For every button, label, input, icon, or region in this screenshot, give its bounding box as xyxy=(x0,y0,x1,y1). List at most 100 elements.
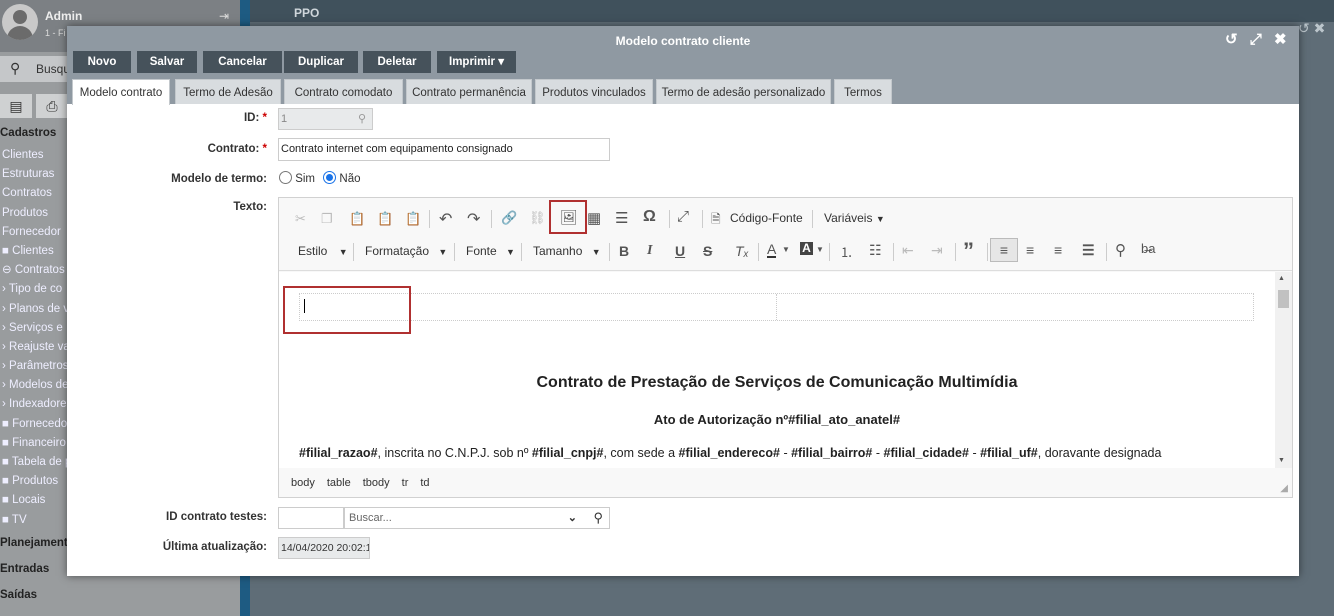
codigo-fonte-button[interactable]: Código-Fonte xyxy=(730,211,803,225)
bullet-list-icon[interactable]: ☷ xyxy=(869,242,882,259)
tab-termos[interactable]: Termos xyxy=(834,79,892,104)
separator xyxy=(669,210,670,228)
separator xyxy=(491,210,492,228)
sidebar-item[interactable]: Saídas xyxy=(0,582,240,608)
ultima-atualizacao-field: 14/04/2020 20:02:1 xyxy=(278,537,370,559)
tamanho-dropdown[interactable]: Tamanho ▼ xyxy=(533,244,601,258)
text-color-icon[interactable]: A xyxy=(767,242,777,258)
underline-icon[interactable]: U xyxy=(675,243,685,259)
bold-icon[interactable]: B xyxy=(619,243,629,259)
history-icon[interactable]: ↺ xyxy=(1225,31,1238,48)
paste-icon[interactable]: 📋 xyxy=(349,211,365,227)
sidebar-search-placeholder: Busqu xyxy=(36,62,71,76)
search-icon[interactable]: ⚲ xyxy=(358,109,366,129)
tab-termo-adesao-personalizado[interactable]: Termo de adesão personalizado xyxy=(656,79,831,104)
align-right-icon[interactable]: ≡ xyxy=(1054,242,1062,258)
salvar-button[interactable]: Salvar xyxy=(137,51,197,73)
strike-icon[interactable]: S xyxy=(703,243,712,259)
contrato-label-text: Contrato: xyxy=(207,143,260,155)
background-color-icon[interactable]: A xyxy=(800,242,813,255)
horizontal-line-icon[interactable]: ☰ xyxy=(615,209,628,227)
blockquote-icon[interactable]: ” xyxy=(963,238,974,264)
scrollbar-thumb[interactable] xyxy=(1278,290,1289,308)
path-td[interactable]: td xyxy=(420,477,429,489)
cut-icon[interactable]: ✂ xyxy=(295,211,306,227)
path-table[interactable]: table xyxy=(327,477,351,489)
editor-scrollbar[interactable]: ▲ ▼ xyxy=(1275,272,1292,468)
fonte-dropdown[interactable]: Fonte ▼ xyxy=(466,244,515,258)
tab-contrato-comodato[interactable]: Contrato comodato xyxy=(284,79,403,104)
background-header: PPO xyxy=(250,0,1334,22)
deletar-button[interactable]: Deletar xyxy=(363,51,431,73)
modal-header: Modelo contrato cliente ↺ ⤢ ✖ Novo Salva… xyxy=(67,26,1299,105)
replace-icon[interactable]: b̶a xyxy=(1141,241,1155,256)
tab-modelo-contrato[interactable]: Modelo contrato xyxy=(72,79,170,105)
cancelar-button[interactable]: Cancelar xyxy=(203,51,282,73)
editor-status-path: body table tbody tr td ◢ xyxy=(279,477,1292,497)
print-icon[interactable]: ⎙ xyxy=(36,94,68,118)
align-left-icon[interactable]: ≡ xyxy=(990,238,1018,262)
editor-content[interactable]: Contrato de Prestação de Serviços de Com… xyxy=(279,272,1275,468)
close-icon[interactable]: ✖ xyxy=(1274,31,1287,48)
remove-format-icon[interactable]: Tₓ xyxy=(735,243,749,259)
outdent-icon[interactable]: ⇤ xyxy=(902,242,914,259)
maximize-icon[interactable]: ⤢ xyxy=(677,208,689,225)
radio-nao[interactable] xyxy=(323,171,337,184)
var-filial-uf: #filial_uf# xyxy=(980,446,1038,460)
history-icon[interactable]: ↺ xyxy=(1298,20,1310,36)
unlink-icon[interactable]: ⛓ xyxy=(529,210,546,226)
separator xyxy=(702,210,703,228)
list-icon[interactable]: ▤ xyxy=(0,94,32,118)
imprimir-button[interactable]: Imprimir ▾ xyxy=(437,51,516,73)
formatacao-dropdown[interactable]: Formatação ▼ xyxy=(365,244,447,258)
italic-icon[interactable]: I xyxy=(647,243,652,259)
id-contrato-testes-input[interactable] xyxy=(278,507,344,529)
variaveis-dropdown[interactable]: Variáveis ▼ xyxy=(824,211,885,225)
body-text: - xyxy=(779,446,792,460)
table-icon[interactable]: ▦ xyxy=(587,209,601,227)
tab-contrato-permanencia[interactable]: Contrato permanência xyxy=(406,79,532,104)
path-tr[interactable]: tr xyxy=(402,477,409,489)
redo-icon[interactable]: ↷ xyxy=(467,209,480,229)
expand-icon[interactable]: ⤢ xyxy=(1250,31,1262,48)
paste-word-icon[interactable]: 📋 xyxy=(405,211,421,227)
contrato-input[interactable]: Contrato internet com equipamento consig… xyxy=(278,138,610,161)
chevron-down-icon: ▼ xyxy=(875,214,885,224)
user-name: Admin xyxy=(45,9,83,23)
var-filial-razao: #filial_razao# xyxy=(299,446,378,460)
buscar-select[interactable]: Buscar... ⌄ ⚲ xyxy=(344,507,610,529)
tab-termo-adesao[interactable]: Termo de Adesão xyxy=(175,79,281,104)
tab-produtos-vinculados[interactable]: Produtos vinculados xyxy=(535,79,653,104)
table-cell-divider xyxy=(776,294,777,320)
duplicar-button[interactable]: Duplicar xyxy=(284,51,358,73)
numbered-list-icon[interactable]: ⒈ xyxy=(840,242,853,261)
chevron-down-icon[interactable]: ⌄ xyxy=(568,508,577,528)
link-icon[interactable]: 🔗 xyxy=(501,210,517,226)
align-justify-icon[interactable]: ☰ xyxy=(1082,242,1095,259)
rich-text-editor: ✂ ❐ 📋 📋 📋 ↶ ↷ 🔗 ⛓ 🖼 ▦ ☰ Ω ⤢ 🗎 Código-Fon… xyxy=(278,197,1293,498)
radio-sim[interactable] xyxy=(279,171,292,184)
scroll-down-icon[interactable]: ▼ xyxy=(1278,457,1285,464)
scroll-up-icon[interactable]: ▲ xyxy=(1278,275,1285,282)
novo-button[interactable]: Novo xyxy=(73,51,131,73)
special-char-icon[interactable]: Ω xyxy=(643,208,656,226)
path-tbody[interactable]: tbody xyxy=(363,477,390,489)
search-icon[interactable]: ⚲ xyxy=(593,508,603,528)
resize-handle-icon[interactable]: ◢ xyxy=(1280,483,1288,494)
undo-icon[interactable]: ↶ xyxy=(439,209,452,229)
fonte-label: Fonte xyxy=(466,244,497,258)
estilo-dropdown[interactable]: Estilo ▼ xyxy=(298,244,348,258)
id-field[interactable]: 1 ⚲ xyxy=(278,108,373,130)
logout-icon[interactable]: ⇥ xyxy=(219,9,229,23)
chevron-down-icon: ▼ xyxy=(338,247,348,257)
separator xyxy=(609,243,610,261)
path-body[interactable]: body xyxy=(291,477,315,489)
source-icon[interactable]: 🗎 xyxy=(711,210,721,231)
align-center-icon[interactable]: ≡ xyxy=(1026,242,1034,258)
close-icon[interactable]: ✖ xyxy=(1314,20,1326,36)
copy-icon[interactable]: ❐ xyxy=(321,211,333,227)
find-icon[interactable]: ⚲ xyxy=(1115,241,1126,259)
modelo-termo-label: Modelo de termo: xyxy=(171,173,267,185)
paste-text-icon[interactable]: 📋 xyxy=(377,211,393,227)
indent-icon[interactable]: ⇥ xyxy=(931,242,943,259)
